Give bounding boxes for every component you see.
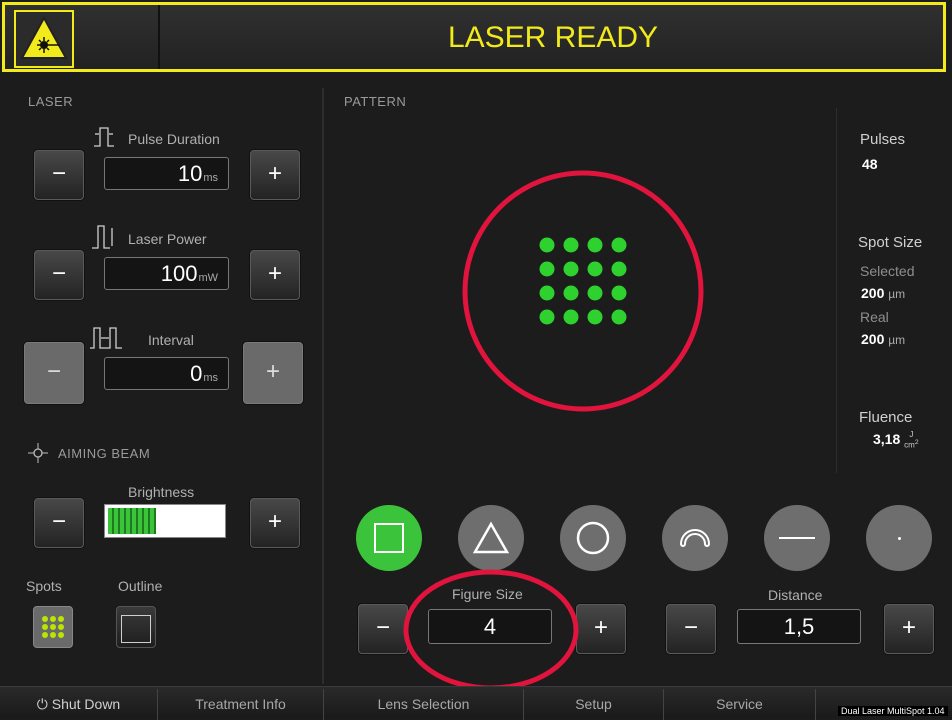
fluence-label: Fluence [859,409,913,426]
line-icon [779,537,815,539]
shape-line-button[interactable] [764,505,830,571]
laser-warning-logo [14,10,74,68]
pattern-section-label: PATTERN [344,94,407,109]
shut-down-button[interactable]: ⏻ Shut Down [0,689,158,720]
figure-size-highlight-ellipse [403,569,579,691]
interval-icon [90,327,122,349]
pattern-dot [611,285,627,301]
square-icon [374,523,404,553]
tab-setup[interactable]: Setup [524,689,664,720]
shape-arc-button[interactable] [662,505,728,571]
pattern-dot [539,285,555,301]
figure-size-increase-button[interactable]: + [576,604,626,654]
circle-icon [576,521,610,555]
page-title: LASER READY [447,21,659,54]
fluence-value: 3,18 Jcm2 [873,430,919,450]
brightness-bar [104,504,226,538]
pulse-duration-icon [94,127,114,147]
pulse-duration-decrease-button[interactable]: − [34,150,84,200]
selected-spot-size: 200 µm [861,285,906,301]
pulse-duration-increase-button[interactable]: + [250,150,300,200]
pattern-dot [587,261,603,277]
pattern-dot [611,309,627,325]
brightness-decrease-button[interactable]: − [34,498,84,548]
distance-value: 1,5 [737,609,861,644]
info-panel-divider [836,108,837,473]
outline-label: Outline [118,578,163,594]
laser-power-label: Laser Power [128,231,207,247]
pattern-preview [462,170,704,412]
pulses-label: Pulses [860,131,906,148]
pattern-dot [587,237,603,253]
pattern-dot [611,261,627,277]
tab-treatment-info[interactable]: Treatment Info [158,689,324,720]
power-icon: ⏻ [36,696,48,712]
laser-power-decrease-button[interactable]: − [34,250,84,300]
version-label: Dual Laser MultiSpot 1.04 [838,706,948,716]
pattern-dot-grid [539,237,627,325]
outline-toggle[interactable] [116,606,156,648]
pulse-duration-label: Pulse Duration [128,131,220,147]
real-label: Real [860,309,889,325]
laser-power-icon [92,225,113,249]
spots-grid-icon [42,616,64,638]
laser-section-label: LASER [28,94,74,109]
pattern-dot [563,261,579,277]
selected-label: Selected [860,263,915,279]
shape-circle-button[interactable] [560,505,626,571]
interval-decrease-button[interactable]: − [24,342,84,404]
tab-service[interactable]: Service [664,689,816,720]
aiming-beam-label: AIMING BEAM [58,446,151,461]
crosshair-icon [28,443,48,463]
pattern-dot [539,261,555,277]
dot-icon [897,536,901,540]
figure-size-decrease-button[interactable]: − [358,604,408,654]
pattern-highlight-circle [462,170,704,412]
brightness-fill [108,508,156,534]
pattern-dot [539,309,555,325]
pattern-dot [563,309,579,325]
laser-power-value: 100mW [104,257,229,290]
interval-increase-button[interactable]: + [243,342,303,404]
distance-label: Distance [768,587,823,603]
real-spot-size: 200 µm [861,331,906,347]
interval-value: 0ms [104,357,229,390]
shape-single-spot-button[interactable] [866,505,932,571]
arc-icon [680,529,710,547]
pattern-dot [563,285,579,301]
pattern-dot [539,237,555,253]
brightness-label: Brightness [128,484,195,500]
tab-lens-selection[interactable]: Lens Selection [324,689,524,720]
interval-label: Interval [148,332,194,348]
left-panel-divider [322,88,324,684]
pulses-value: 48 [862,156,878,172]
outline-square-icon [121,615,151,643]
distance-decrease-button[interactable]: − [666,604,716,654]
triangle-icon [472,521,510,554]
pattern-dot [587,309,603,325]
brightness-increase-button[interactable]: + [250,498,300,548]
distance-increase-button[interactable]: + [884,604,934,654]
laser-power-increase-button[interactable]: + [250,250,300,300]
pattern-dot [611,237,627,253]
shape-square-button[interactable] [356,505,422,571]
pattern-dot [563,237,579,253]
pattern-dot [587,285,603,301]
spots-label: Spots [26,578,62,594]
spot-size-label: Spot Size [858,234,923,251]
spots-toggle[interactable] [33,606,73,648]
shape-triangle-button[interactable] [458,505,524,571]
pulse-duration-value: 10ms [104,157,229,190]
